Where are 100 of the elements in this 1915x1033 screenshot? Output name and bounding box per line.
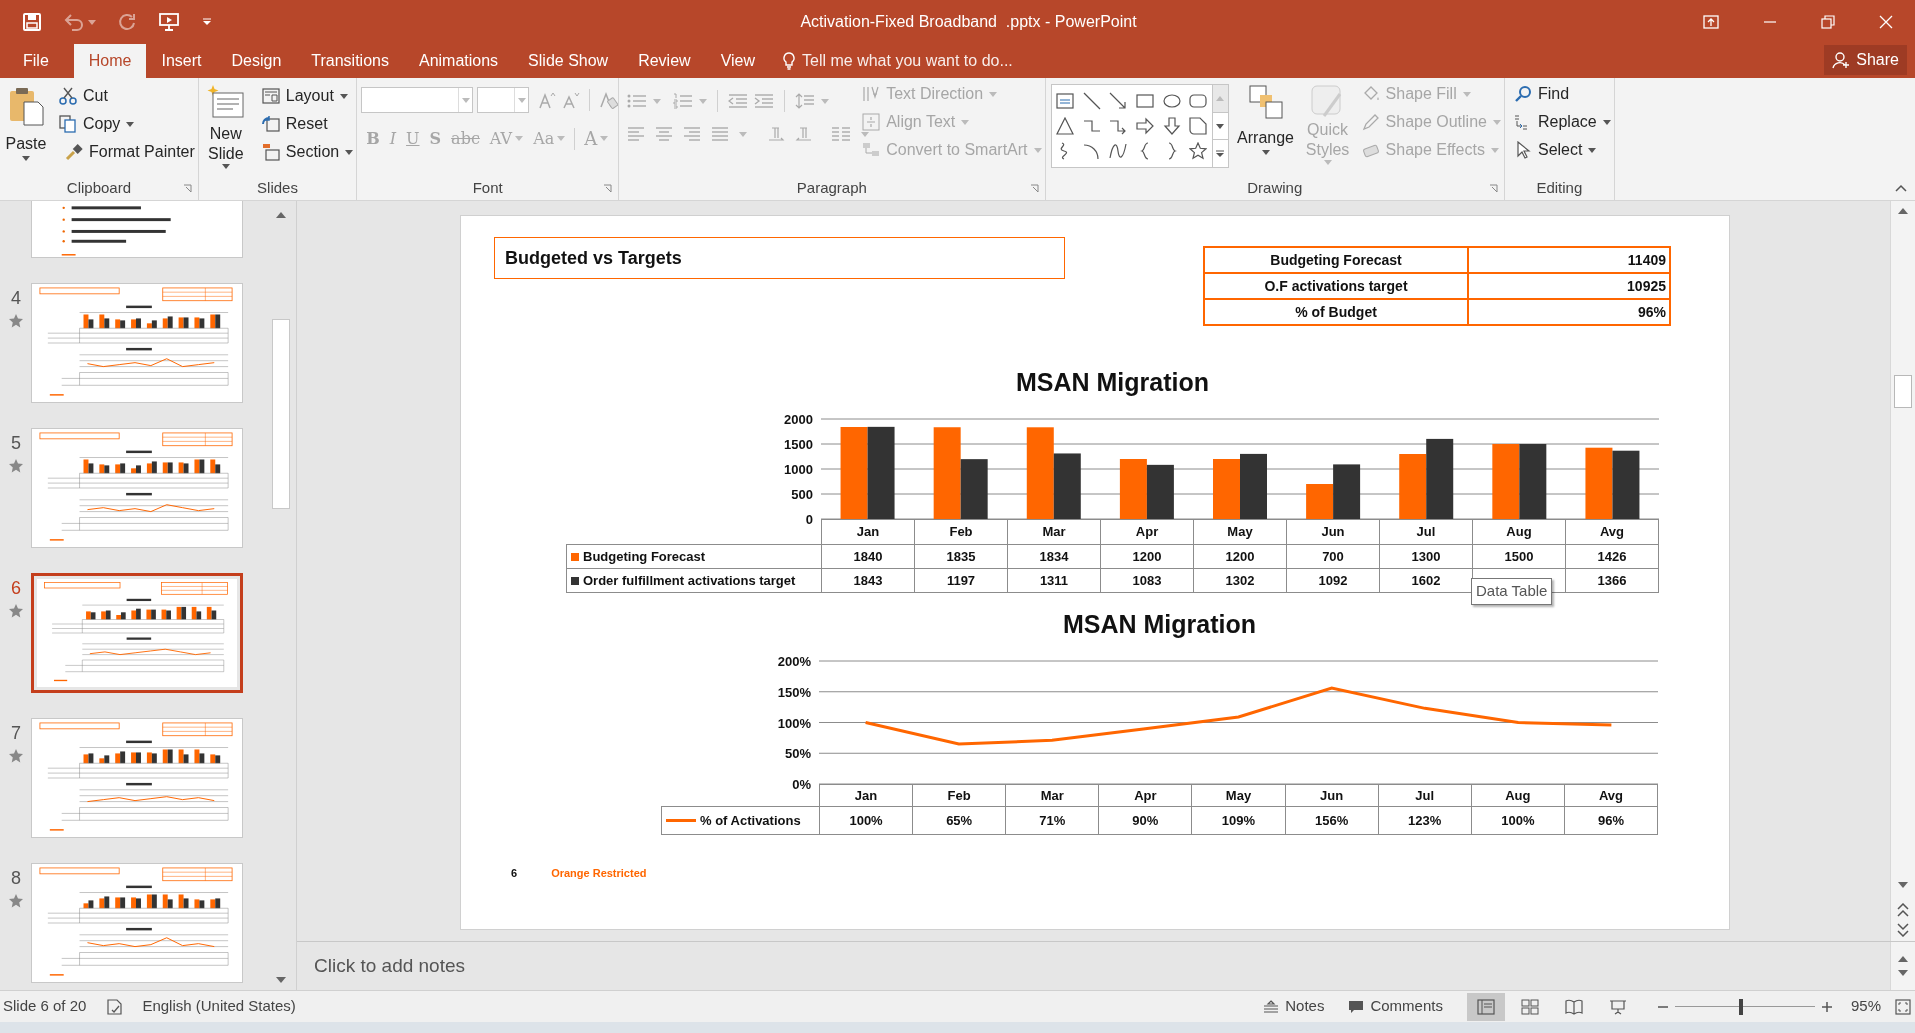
ribbon-tab[interactable]: Home <box>73 44 147 78</box>
find-button[interactable]: Find <box>1510 80 1614 108</box>
paste-button[interactable]: Paste <box>0 78 52 176</box>
scroll-up-arrow[interactable] <box>275 211 287 219</box>
table-header-cell: Jun <box>1285 784 1379 807</box>
customize-menu-icon[interactable] <box>202 18 212 26</box>
previous-slide-icon[interactable] <box>1897 903 1909 917</box>
ribbon-tab[interactable]: Design <box>216 44 297 78</box>
slide-thumbnail[interactable] <box>31 718 243 838</box>
language-indicator[interactable]: English (United States) <box>142 995 296 1018</box>
window-title: Activation-Fixed Broadband .pptx - PowerPoint <box>800 12 1137 32</box>
share-button[interactable]: Share <box>1824 45 1907 75</box>
restore-icon[interactable] <box>1821 15 1835 29</box>
slide-thumbnail[interactable] <box>31 283 243 403</box>
ribbon-tab[interactable]: Animations <box>403 44 514 78</box>
clipboard-icon <box>8 86 44 126</box>
next-slide-icon[interactable] <box>1897 923 1909 937</box>
presentation-icon[interactable] <box>158 12 180 32</box>
table-cell: % of Budget <box>1204 299 1468 325</box>
ribbon-tab[interactable]: Review <box>623 44 706 78</box>
star-icon[interactable] <box>1189 141 1208 160</box>
comments-button[interactable]: Comments <box>1344 995 1447 1018</box>
notes-button[interactable]: Notes <box>1259 995 1329 1018</box>
save-icon[interactable] <box>22 12 42 32</box>
page-number: 6 <box>511 866 518 881</box>
ribbon-tab[interactable]: Transitions <box>296 44 404 78</box>
font-name-field[interactable] <box>361 87 474 113</box>
table-cell: 1843 <box>821 568 915 593</box>
tooltip: Data Table <box>1471 578 1553 605</box>
slide-thumbnail[interactable] <box>31 573 243 693</box>
animation-star-icon <box>9 604 23 618</box>
scrollbar-thumb[interactable] <box>1894 375 1912 408</box>
ribbon-tab[interactable]: Insert <box>146 44 217 78</box>
scroll-down-arrow[interactable] <box>1897 969 1909 977</box>
caret-icon <box>126 121 135 127</box>
dialog-launcher-icon[interactable] <box>603 183 613 193</box>
line-icon[interactable] <box>1082 92 1101 111</box>
dialog-launcher-icon[interactable] <box>182 183 192 193</box>
layout-button[interactable]: Layout <box>258 82 357 110</box>
caret-icon <box>989 91 998 97</box>
textbox-icon[interactable] <box>1055 92 1074 111</box>
table-cell: 1300 <box>1379 544 1473 569</box>
scroll-up-arrow[interactable] <box>1897 955 1909 963</box>
redo-icon[interactable] <box>118 13 136 31</box>
dialog-launcher-icon[interactable] <box>1488 183 1498 193</box>
format-painter-button[interactable]: Format Painter <box>62 138 198 166</box>
close-icon[interactable] <box>1879 15 1893 29</box>
slide-thumbnail[interactable] <box>31 863 243 983</box>
section-button[interactable]: Section <box>258 138 357 166</box>
shapes-gallery[interactable] <box>1050 84 1229 168</box>
view-button[interactable] <box>1466 992 1505 1021</box>
notes-placeholder[interactable]: Click to add notes <box>314 951 466 981</box>
smartart-icon <box>862 141 881 159</box>
rounded-rectangle-icon[interactable] <box>1189 92 1208 111</box>
legend-label: Budgeting Forecast <box>583 547 706 566</box>
scroll-down-arrow[interactable] <box>1897 881 1909 889</box>
select-button[interactable]: Select <box>1510 136 1614 164</box>
slide-thumbnail[interactable] <box>31 428 243 548</box>
right-arrow-icon[interactable] <box>1135 117 1154 135</box>
tell-me-field[interactable]: Tell me what you want to do... <box>802 49 1062 73</box>
ribbon-tab[interactable]: View <box>705 44 770 78</box>
ribbon-tab[interactable]: File <box>14 44 58 78</box>
replace-button[interactable]: Replace <box>1510 108 1614 136</box>
copy-icon <box>59 115 77 133</box>
scroll-down-arrow[interactable] <box>275 976 287 984</box>
arc-icon[interactable] <box>1082 141 1101 160</box>
curve-icon[interactable] <box>1109 141 1128 160</box>
caret-icon <box>221 164 230 169</box>
rectangle-icon[interactable] <box>1135 92 1154 111</box>
dialog-launcher-icon[interactable] <box>1029 183 1039 193</box>
copy-button[interactable]: Copy <box>56 110 198 138</box>
axis-tick-label: 0% <box>792 777 811 792</box>
ribbon-tab[interactable]: Slide Show <box>513 44 624 78</box>
zoom-slider[interactable] <box>1674 998 1815 1015</box>
new-slide-button[interactable]: New Slide <box>198 78 253 176</box>
font-size-field[interactable] <box>477 87 530 113</box>
collapse-ribbon-icon[interactable] <box>1895 184 1907 192</box>
flowchart-shape-icon[interactable] <box>1189 117 1208 135</box>
triangle-icon[interactable] <box>1055 117 1074 135</box>
down-arrow-icon[interactable] <box>1162 117 1181 135</box>
undo-icon[interactable] <box>64 13 84 31</box>
zoom-in-icon[interactable] <box>1820 1000 1833 1013</box>
ribbon-display-options-icon[interactable] <box>1703 15 1719 29</box>
cut-button[interactable]: Cut <box>56 82 198 110</box>
arrange-button[interactable]: Arrange <box>1232 78 1299 176</box>
scrollbar-thumb[interactable] <box>272 319 290 509</box>
table-cell: 90% <box>1098 806 1192 835</box>
reset-button[interactable]: Reset <box>258 110 357 138</box>
table-cell: 1200 <box>1100 544 1194 569</box>
elbow-arrow-icon[interactable] <box>1109 117 1128 135</box>
caret-icon <box>22 156 30 161</box>
arrow-icon[interactable] <box>1109 92 1128 111</box>
fit-to-window-icon[interactable] <box>1895 998 1911 1015</box>
scroll-up-arrow[interactable] <box>1897 207 1909 215</box>
oval-icon[interactable] <box>1162 92 1181 111</box>
arrange-icon <box>1247 84 1284 120</box>
elbow-connector-icon[interactable] <box>1082 117 1101 135</box>
spelling-check-icon[interactable] <box>106 997 125 1016</box>
table-header-cell: Feb <box>914 519 1008 545</box>
zoom-level[interactable]: 95% <box>1850 995 1881 1018</box>
